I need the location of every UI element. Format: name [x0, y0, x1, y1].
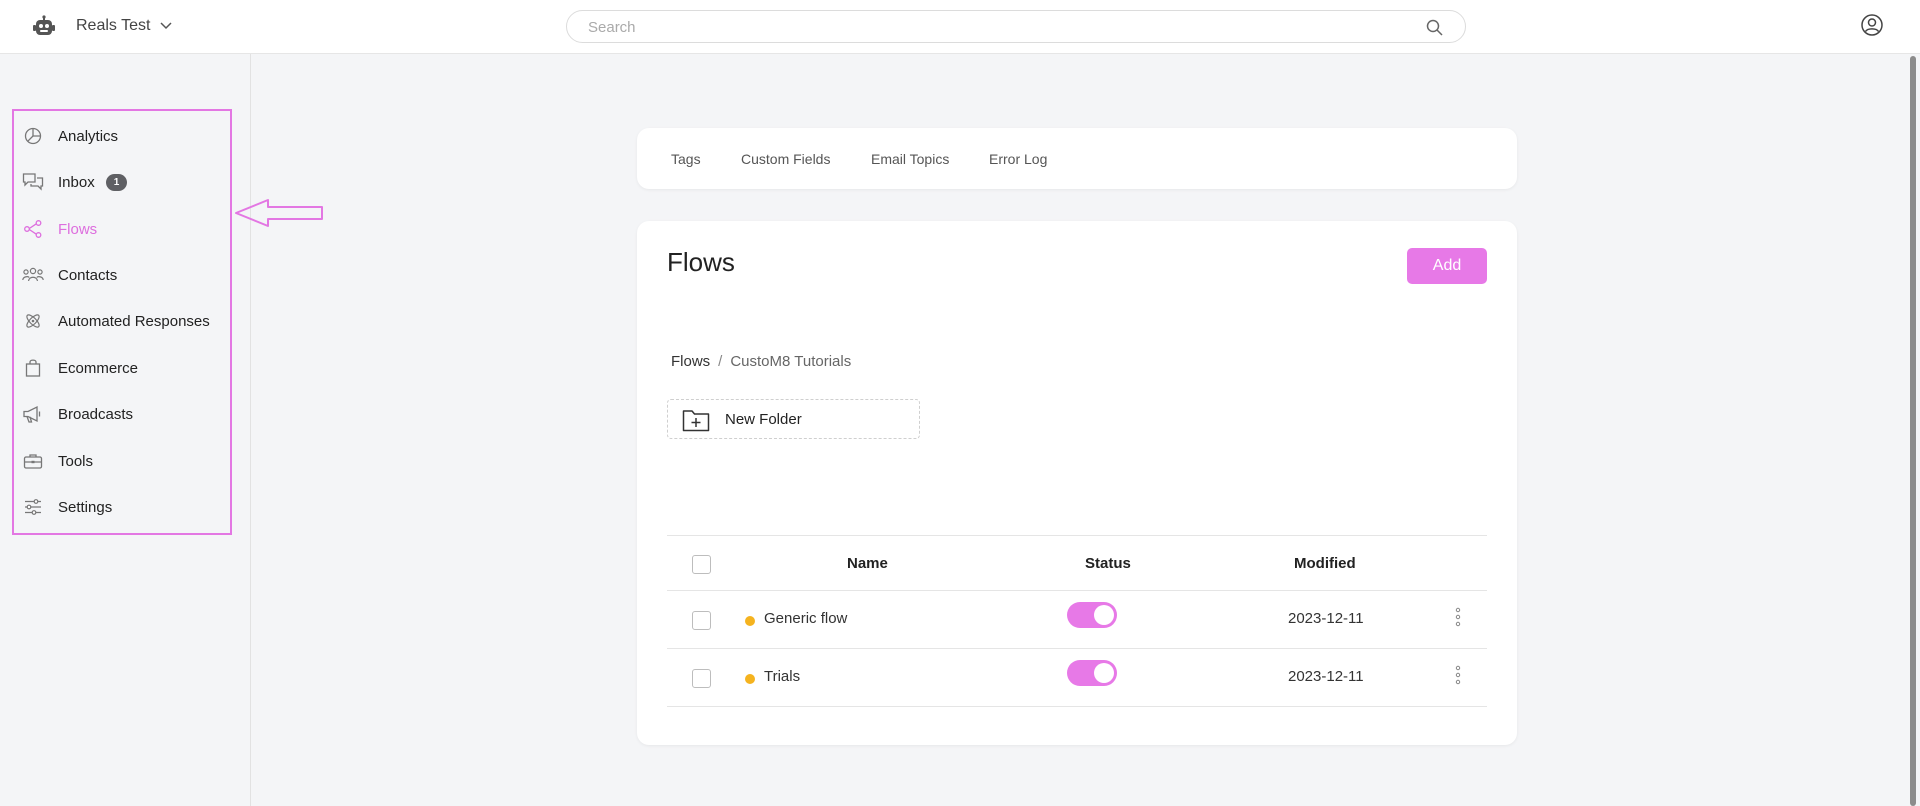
tab-tags[interactable]: Tags — [671, 151, 701, 167]
robot-logo-icon — [30, 12, 58, 40]
sidebar-item-label: Broadcasts — [58, 405, 134, 423]
sidebar-item-label: Settings — [58, 498, 113, 516]
status-toggle[interactable] — [1067, 660, 1117, 686]
page-scrollbar[interactable] — [1906, 54, 1920, 806]
flows-card: Flows Add Flows / CustoM8 Tutorials New … — [637, 221, 1517, 745]
status-toggle[interactable] — [1067, 602, 1117, 628]
flows-icon — [22, 218, 44, 240]
select-all-checkbox[interactable] — [692, 555, 711, 574]
search-icon[interactable] — [1426, 19, 1443, 36]
broadcasts-icon — [22, 403, 44, 425]
column-header-status[interactable]: Status — [1085, 555, 1131, 572]
sidebar-item-label: Ecommerce — [58, 359, 139, 377]
sidebar-item-tools[interactable]: Tools — [14, 441, 230, 481]
search-input[interactable] — [588, 18, 1408, 37]
sidebar-item-label: Analytics — [58, 127, 119, 145]
new-folder-button[interactable]: New Folder — [667, 399, 920, 439]
status-dot — [745, 674, 755, 684]
sidebar-item-inbox[interactable]: Inbox 1 — [14, 162, 230, 202]
column-header-modified[interactable]: Modified — [1294, 555, 1356, 572]
folder-plus-icon — [682, 408, 710, 432]
sidebar-item-label: Flows — [58, 220, 98, 238]
breadcrumb-separator: / — [718, 353, 723, 370]
sidebar-item-automated-responses[interactable]: Automated Responses — [14, 301, 230, 341]
inbox-count-badge: 1 — [106, 173, 127, 191]
ecommerce-icon — [22, 357, 44, 379]
sidebar-item-contacts[interactable]: Contacts — [14, 255, 230, 295]
table-row: Generic flow 2023-12-11 — [667, 591, 1487, 649]
more-options-icon[interactable] — [1453, 664, 1463, 686]
tab-error-log[interactable]: Error Log — [989, 151, 1047, 167]
breadcrumb: Flows / CustoM8 Tutorials — [671, 353, 851, 370]
sidebar-item-label: Automated Responses — [58, 312, 210, 330]
modified-date: 2023-12-11 — [1288, 668, 1364, 685]
workspace-switcher[interactable]: Reals Test — [30, 12, 174, 40]
column-header-name[interactable]: Name — [847, 555, 888, 572]
scrollbar-thumb[interactable] — [1910, 56, 1916, 806]
table-row: Trials 2023-12-11 — [667, 649, 1487, 707]
tools-icon — [22, 450, 44, 472]
top-bar: Reals Test — [0, 0, 1920, 54]
account-icon[interactable] — [1860, 13, 1884, 37]
toggle-knob — [1094, 663, 1114, 683]
breadcrumb-root-link[interactable]: Flows — [671, 353, 710, 370]
flow-name-link[interactable]: Trials — [764, 668, 800, 685]
workspace-name: Reals Test — [76, 17, 151, 34]
add-button[interactable]: Add — [1407, 248, 1487, 284]
breadcrumb-current: CustoM8 Tutorials — [730, 353, 852, 370]
flows-table: Name Status Modified Generic flow 2023-1… — [667, 535, 1487, 707]
sidebar-item-flows[interactable]: Flows — [14, 209, 230, 249]
toggle-knob — [1094, 605, 1114, 625]
sidebar-item-label: Contacts — [58, 266, 118, 284]
modified-date: 2023-12-11 — [1288, 610, 1364, 627]
status-dot — [745, 616, 755, 626]
inbox-icon — [22, 171, 44, 193]
automated-responses-icon — [22, 310, 44, 332]
analytics-icon — [22, 125, 44, 147]
new-folder-label: New Folder — [725, 411, 802, 428]
sidebar: Analytics Inbox 1 Flows Contacts Automat… — [0, 54, 251, 806]
sidebar-item-broadcasts[interactable]: Broadcasts — [14, 394, 230, 434]
row-checkbox[interactable] — [692, 611, 711, 630]
sidebar-item-analytics[interactable]: Analytics — [14, 116, 230, 156]
sidebar-item-ecommerce[interactable]: Ecommerce — [14, 348, 230, 388]
sidebar-item-label: Inbox — [58, 173, 95, 191]
search-bar — [566, 10, 1466, 43]
table-header: Name Status Modified — [667, 535, 1487, 591]
annotation-arrow-icon — [235, 199, 323, 227]
settings-icon — [22, 496, 44, 518]
tab-email-topics[interactable]: Email Topics — [871, 151, 949, 167]
tab-custom-fields[interactable]: Custom Fields — [741, 151, 830, 167]
sidebar-item-label: Tools — [58, 452, 94, 470]
flow-name-link[interactable]: Generic flow — [764, 610, 847, 627]
sidebar-item-settings[interactable]: Settings — [14, 487, 230, 527]
page-title: Flows — [667, 247, 735, 277]
chevron-down-icon — [160, 19, 174, 33]
contacts-icon — [22, 264, 44, 286]
settings-tabs-card: Tags Custom Fields Email Topics Error Lo… — [637, 128, 1517, 189]
row-checkbox[interactable] — [692, 669, 711, 688]
more-options-icon[interactable] — [1453, 606, 1463, 628]
